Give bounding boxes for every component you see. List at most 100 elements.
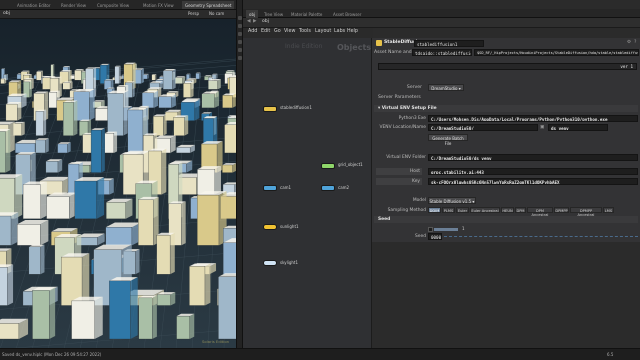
node-cam2[interactable] [321,185,335,191]
version-value: ver 1 [620,64,633,69]
building-front [105,227,133,246]
sampler-euler-ancestral[interactable]: Euler Ancestral [470,207,500,213]
sampler-lms[interactable]: LMS [603,207,614,213]
building-side [21,121,25,136]
building-front [48,92,58,109]
sampler-ddim[interactable]: DDIM [428,207,441,213]
building-side [73,100,78,136]
tab-obj[interactable]: obj [246,10,259,18]
shelf-icon[interactable] [238,56,242,60]
building-front [222,95,233,109]
tab-tree-view[interactable]: Tree View [261,10,286,18]
node-name-field[interactable]: stablediffusion1 [414,40,484,47]
building-front [197,194,220,246]
status-message: Saved ds_venv.hiplc (Mon Dec 26 09:54:27… [2,352,102,357]
sampler-heun[interactable]: HEUN [501,207,514,213]
network-path[interactable]: obj [262,19,269,25]
menu-labs[interactable]: Labs [334,29,345,35]
shelf-icon[interactable] [238,32,242,36]
building-front [15,143,36,154]
building-side [163,114,167,136]
building-side [109,178,114,195]
tab-motion-fx-view[interactable]: Motion FX View [140,1,177,9]
tab-geometry-spreadsheet[interactable]: Geometry Spreadsheet [182,1,235,9]
building-side [194,99,200,121]
building-side [204,263,211,306]
forward-arrow-icon[interactable]: ▶ [253,19,257,25]
sampler-dpm-ancestral[interactable]: DPM Ancestral [527,207,553,217]
building-side [184,115,189,136]
building-side [170,135,176,153]
building-front [35,139,46,154]
building-side [147,73,149,79]
sampler-euler[interactable]: Euler [456,207,469,213]
menu-edit[interactable]: Edit [261,29,270,35]
tab-asset-browser[interactable]: Asset Browser [330,10,364,18]
sampler-dpmpp[interactable]: DPMPP [554,207,569,213]
node-sunlight1[interactable] [263,224,277,230]
node-skylight1[interactable] [263,260,277,266]
seed-field[interactable]: 0000 [428,233,442,240]
node-grid-object1[interactable] [321,163,335,169]
shelf-icon[interactable] [238,24,242,28]
menu-go[interactable]: Go [274,29,281,35]
server-dropdown[interactable]: DreamStudio ▾ [428,84,464,91]
menu-help[interactable]: Help [347,29,358,35]
building-front [107,93,124,136]
building-front [114,66,120,84]
building-front [138,297,153,340]
network-editor[interactable]: Indie Edition Objects stablediffusion1 g… [243,38,371,348]
key-field[interactable]: sk-cFOOrx0lqwhs0SKc6Nn57lwnYpRsRgZ2gmTKl… [428,178,638,185]
menu-view[interactable]: View [284,29,295,35]
building-side [152,295,157,339]
menu-layout[interactable]: Layout [315,29,331,35]
asset-name-field[interactable]: tdsaido::stablediffusio... [412,49,472,56]
parameter-panel: StableDiffusion stablediffusion1 ⚙ ? Ass… [371,38,640,242]
host-field[interactable]: grpc.stability.ai:443 [428,168,638,175]
node-stablediffusion1[interactable] [263,106,277,112]
scale-slider-fill[interactable] [434,228,458,231]
sampler-plms[interactable]: PLMS [442,207,455,213]
building-front [224,124,236,154]
building-side [155,73,157,81]
venv-location-label: VENV Location/Name [379,125,426,130]
menu-add[interactable]: Add [248,29,257,35]
building-side [4,78,7,84]
view-mode-menu[interactable]: Persp [188,12,199,16]
tab-animation-editor[interactable]: Animation Editor [14,1,54,9]
node-cam1[interactable] [263,185,277,191]
model-dropdown[interactable]: Stable Diffusion v1.5 ▾ [428,197,476,204]
help-icon[interactable]: ? [634,40,636,46]
network-menu-bar: Add Edit Go View Tools Layout Labs Help [243,28,373,38]
scene-viewport[interactable]: Animation Editor Render View Composite V… [0,0,236,348]
tab-material-palette[interactable]: Material Palette [288,10,325,18]
venv-section-header[interactable]: ▾ Virtual ENV Setup File [374,105,638,112]
venv-folder-field[interactable]: C:/DreamStudio50/ds_venv [428,154,638,161]
sampler-dpmpp-ancestral[interactable]: DPMPP Ancestral [570,207,602,217]
server-params-label: Server Parameters [378,95,421,100]
camera-menu[interactable]: No cam [209,12,224,16]
viewport-path[interactable]: obj [3,11,10,17]
empty-pane-area [371,242,640,348]
shelf-icon[interactable] [238,40,242,44]
shelf-icon[interactable] [238,16,242,20]
folder-icon[interactable]: ▣ [540,125,544,131]
tab-composite-view[interactable]: Composite View [94,1,132,9]
tab-render-view[interactable]: Render View [58,1,89,9]
back-arrow-icon[interactable]: ◀ [247,19,251,25]
asset-path-field[interactable]: $SD_RF/_HipProjects/HoudiniProjects/Stab… [474,49,639,56]
building-front [22,184,41,219]
seed-section-header[interactable]: Seed [374,216,638,223]
shelf-icon[interactable] [238,48,242,52]
gear-icon[interactable]: ⚙ [627,40,631,46]
version-field[interactable]: ver 1 [378,63,637,70]
generate-batch-button[interactable]: Generate Batch File [428,134,468,146]
python-exe-field[interactable]: C:/Users/Mohsen.Dis/AppData/Local/Progra… [428,115,638,122]
venv-location-field[interactable]: C:/DreamStudio50/ [428,124,538,131]
building-front [82,134,92,154]
seed-slider[interactable] [444,236,638,237]
menu-tools[interactable]: Tools [299,29,311,35]
venv-name-field[interactable]: ds_venv [548,124,608,131]
sampler-dpm[interactable]: DPM [515,207,526,213]
seed-checkbox[interactable] [428,227,433,232]
